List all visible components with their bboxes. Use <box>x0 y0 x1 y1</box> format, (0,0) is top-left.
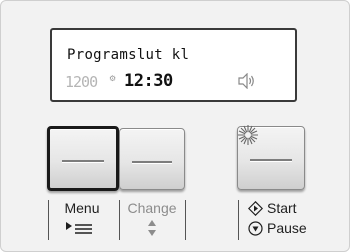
display-dim-digits: 1200 <box>65 73 98 91</box>
display-time: 12:30 <box>124 71 173 91</box>
gear-icon: ⚙ <box>109 74 117 83</box>
divider <box>48 200 49 240</box>
circle-pause-icon <box>248 221 263 236</box>
menu-arrow-icon <box>66 222 92 234</box>
button-groove <box>132 161 172 163</box>
change-button[interactable] <box>119 128 185 190</box>
display-time-row: 1200 ⚙ 12:30 <box>65 71 285 93</box>
button-groove <box>62 160 104 162</box>
display-message: Programslut kl <box>67 47 190 63</box>
divider <box>238 200 239 240</box>
change-label: Change <box>127 200 177 216</box>
sun-indicator-icon <box>238 125 258 145</box>
divider <box>185 200 186 240</box>
start-pause-button[interactable] <box>237 125 305 190</box>
control-panel: Programslut kl 1200 ⚙ 12:30 Menu Change … <box>0 0 350 252</box>
up-down-icon <box>148 220 156 236</box>
diamond-play-icon <box>248 201 263 216</box>
start-label: Start <box>267 200 297 216</box>
menu-button[interactable] <box>47 126 119 191</box>
speaker-icon <box>238 73 254 89</box>
menu-label: Menu <box>64 200 100 216</box>
button-groove <box>250 159 292 161</box>
pause-label: Pause <box>267 220 307 236</box>
lcd-display: Programslut kl 1200 ⚙ 12:30 <box>50 28 297 102</box>
